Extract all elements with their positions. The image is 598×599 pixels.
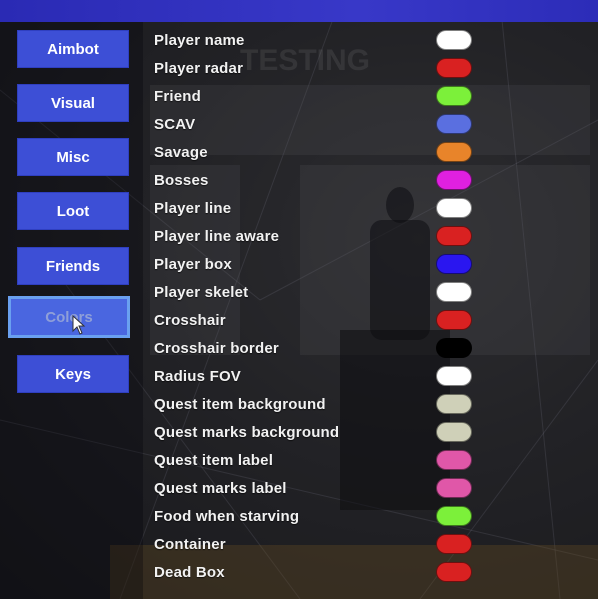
color-row: Dead Box bbox=[154, 561, 484, 583]
top-bar bbox=[0, 0, 598, 22]
color-row: Player skelet bbox=[154, 281, 484, 303]
color-row: Player line aware bbox=[154, 225, 484, 247]
nav-keys-button[interactable]: Keys bbox=[17, 355, 129, 393]
color-row-label: Food when starving bbox=[154, 507, 300, 525]
color-row: Player line bbox=[154, 197, 484, 219]
color-row: Container bbox=[154, 533, 484, 555]
color-row-label: Friend bbox=[154, 87, 202, 105]
color-swatch-button[interactable] bbox=[436, 506, 472, 526]
color-swatch-button[interactable] bbox=[436, 394, 472, 414]
color-row-label: Dead Box bbox=[154, 563, 225, 581]
color-swatch-button[interactable] bbox=[436, 30, 472, 50]
color-row-label: Player name bbox=[154, 31, 245, 49]
color-swatch-button[interactable] bbox=[436, 170, 472, 190]
nav-misc-button[interactable]: Misc bbox=[17, 138, 129, 176]
color-swatch-button[interactable] bbox=[436, 478, 472, 498]
color-swatch-button[interactable] bbox=[436, 338, 472, 358]
color-row: Quest item label bbox=[154, 449, 484, 471]
color-row: Friend bbox=[154, 85, 484, 107]
color-row: Crosshair border bbox=[154, 337, 484, 359]
nav-visual-button[interactable]: Visual bbox=[17, 84, 129, 122]
color-swatch-button[interactable] bbox=[436, 86, 472, 106]
color-row: Quest marks label bbox=[154, 477, 484, 499]
color-row-label: SCAV bbox=[154, 115, 196, 133]
color-swatch-button[interactable] bbox=[436, 422, 472, 442]
color-row-label: Player line aware bbox=[154, 227, 280, 245]
color-row: Bosses bbox=[154, 169, 484, 191]
color-row: Radius FOV bbox=[154, 365, 484, 387]
color-swatch-button[interactable] bbox=[436, 198, 472, 218]
color-swatch-button[interactable] bbox=[436, 310, 472, 330]
color-row-label: Radius FOV bbox=[154, 367, 242, 385]
color-row-label: Quest item label bbox=[154, 451, 274, 469]
color-row-label: Player line bbox=[154, 199, 232, 217]
color-swatch-button[interactable] bbox=[436, 142, 472, 162]
color-row: Quest item background bbox=[154, 393, 484, 415]
mouse-cursor-icon bbox=[72, 315, 86, 335]
color-swatch-button[interactable] bbox=[436, 226, 472, 246]
nav-friends-button[interactable]: Friends bbox=[17, 247, 129, 285]
color-row-label: Player skelet bbox=[154, 283, 249, 301]
color-row-label: Quest marks background bbox=[154, 423, 340, 441]
color-swatch-button[interactable] bbox=[436, 534, 472, 554]
nav-aimbot-button[interactable]: Aimbot bbox=[17, 30, 129, 68]
color-swatch-button[interactable] bbox=[436, 282, 472, 302]
color-swatch-button[interactable] bbox=[436, 450, 472, 470]
color-row-label: Savage bbox=[154, 143, 208, 161]
color-swatch-button[interactable] bbox=[436, 366, 472, 386]
nav-loot-button[interactable]: Loot bbox=[17, 192, 129, 230]
color-row: SCAV bbox=[154, 113, 484, 135]
color-row-label: Crosshair bbox=[154, 311, 226, 329]
color-row-label: Quest marks label bbox=[154, 479, 287, 497]
color-row-label: Player box bbox=[154, 255, 232, 273]
color-row: Savage bbox=[154, 141, 484, 163]
color-swatch-button[interactable] bbox=[436, 254, 472, 274]
color-swatch-button[interactable] bbox=[436, 114, 472, 134]
color-swatch-button[interactable] bbox=[436, 58, 472, 78]
color-swatch-button[interactable] bbox=[436, 562, 472, 582]
color-row: Player box bbox=[154, 253, 484, 275]
color-row: Quest marks background bbox=[154, 421, 484, 443]
color-row-label: Container bbox=[154, 535, 226, 553]
color-row: Player name bbox=[154, 29, 484, 51]
color-row-label: Player radar bbox=[154, 59, 244, 77]
color-row-label: Crosshair border bbox=[154, 339, 279, 357]
color-row-label: Quest item background bbox=[154, 395, 326, 413]
nav-colors-button[interactable]: Colors bbox=[8, 296, 130, 338]
color-row: Food when starving bbox=[154, 505, 484, 527]
color-row: Player radar bbox=[154, 57, 484, 79]
color-row-label: Bosses bbox=[154, 171, 209, 189]
color-row: Crosshair bbox=[154, 309, 484, 331]
